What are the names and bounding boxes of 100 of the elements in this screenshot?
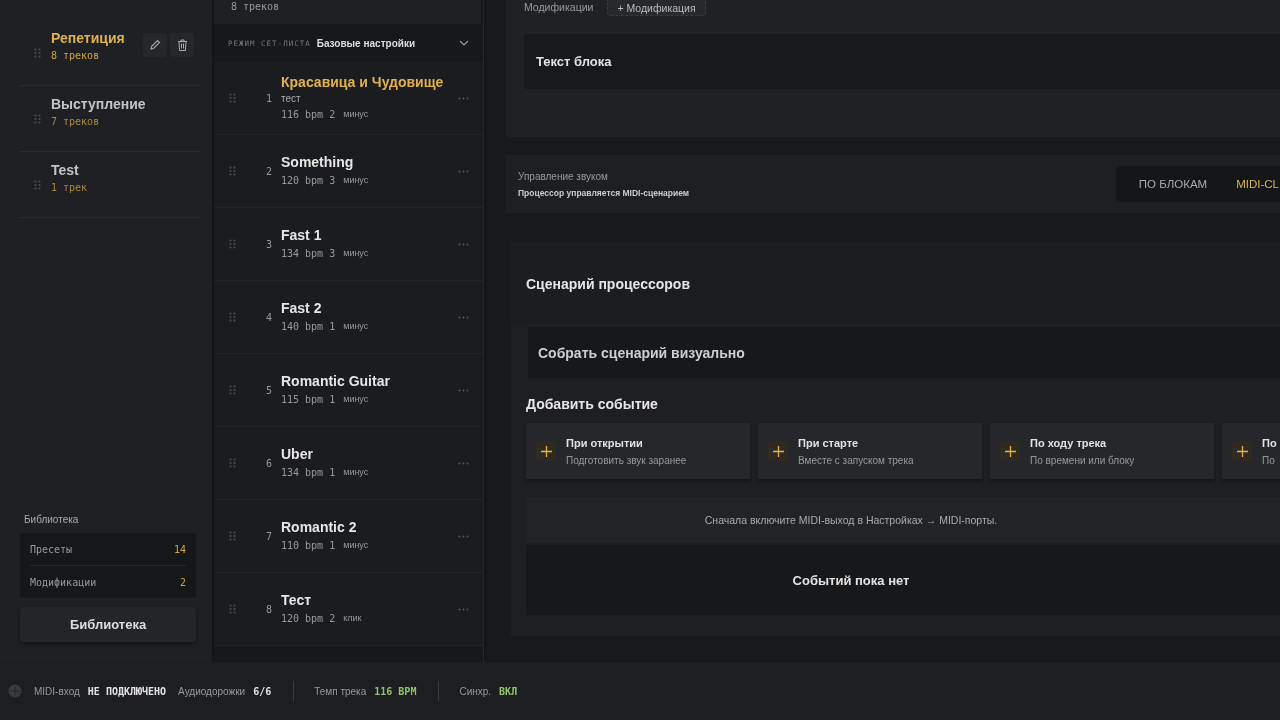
track-row[interactable]: 8 Тест 120 bpm 2 клик bbox=[214, 573, 483, 646]
drag-handle-icon[interactable] bbox=[34, 179, 41, 190]
notice-text: Сначала включите MIDI-выход в Настройках → MIDI-порты. bbox=[704, 514, 998, 526]
add-event-card[interactable]: При открытии Подготовить звук заранее bbox=[526, 423, 750, 479]
track-row[interactable]: 6 Uber 134 bpm 1 минус bbox=[214, 427, 483, 500]
section-title: Библиотека bbox=[24, 514, 80, 525]
track-title: Romantic 2 bbox=[281, 519, 358, 535]
drag-handle-icon[interactable] bbox=[229, 312, 236, 322]
library-label: Модификации bbox=[30, 576, 97, 588]
status-label: MIDI-вход bbox=[34, 685, 80, 697]
library-count: 2 bbox=[179, 576, 186, 588]
track-count: 8 треков bbox=[231, 0, 280, 14]
status-label: Темп трека bbox=[314, 685, 367, 697]
plus-icon bbox=[1004, 445, 1016, 457]
event-description: Вместе с запуском трека bbox=[798, 454, 914, 466]
track-bpm: 120 bpm 2 bbox=[281, 613, 336, 624]
track-type: клик bbox=[343, 613, 362, 624]
event-title: По ходу трека bbox=[1030, 436, 1108, 449]
track-row[interactable]: 2 Something 120 bpm 3 минус bbox=[214, 135, 483, 208]
edit-button[interactable] bbox=[143, 33, 167, 57]
track-bpm: 140 bpm 1 bbox=[281, 321, 336, 332]
library-label: Пресеты bbox=[30, 543, 73, 555]
track-number: 8 bbox=[266, 603, 274, 615]
add-event-card[interactable]: По По bbox=[1222, 423, 1280, 479]
setlist-title: Выступление bbox=[51, 96, 146, 112]
trash-icon bbox=[176, 39, 188, 51]
track-row[interactable]: 5 Romantic Guitar 115 bpm 1 минус bbox=[214, 354, 483, 427]
plus-icon bbox=[772, 445, 784, 457]
mode-value: Базовые настройки bbox=[316, 37, 416, 49]
status-label: Синхр. bbox=[459, 685, 492, 697]
track-count: 7 треков bbox=[51, 116, 101, 127]
visual-builder-toggle[interactable]: Собрать сценарий визуально bbox=[528, 327, 1280, 378]
status-value: 6/6 bbox=[253, 685, 272, 697]
block-text-field[interactable]: Текст блока bbox=[524, 34, 1280, 89]
track-number: 4 bbox=[266, 311, 274, 323]
delete-button[interactable] bbox=[170, 33, 194, 57]
drag-handle-icon[interactable] bbox=[34, 113, 41, 124]
track-type: минус bbox=[343, 109, 369, 120]
track-row[interactable]: 4 Fast 2 140 bpm 1 минус bbox=[214, 281, 483, 354]
drag-handle-icon[interactable] bbox=[229, 93, 236, 103]
mode-option[interactable]: ПО БЛОКАМ bbox=[1126, 170, 1220, 198]
track-title: Uber bbox=[281, 446, 314, 462]
plus-icon bbox=[1236, 445, 1248, 457]
knob-icon bbox=[8, 684, 22, 698]
section-title: Добавить событие bbox=[526, 396, 659, 412]
drag-handle-icon[interactable] bbox=[229, 531, 236, 541]
add-modification-button[interactable]: + Модификация bbox=[607, 0, 706, 16]
section-label: Управление звуком bbox=[518, 170, 609, 182]
sound-control-description: Процессор управляется MIDI-сценарием bbox=[518, 187, 690, 198]
track-type: минус bbox=[343, 175, 369, 186]
drag-handle-icon[interactable] bbox=[229, 458, 236, 468]
empty-state-text: Событий пока нет bbox=[792, 572, 910, 588]
drag-handle-icon[interactable] bbox=[229, 604, 236, 614]
track-number: 6 bbox=[266, 457, 274, 469]
status-value: ВКЛ bbox=[499, 685, 518, 697]
event-description: По времени или блоку bbox=[1030, 454, 1135, 466]
track-title: Красавица и Чудовище bbox=[281, 74, 445, 90]
mode-option[interactable]: MIDI-CL bbox=[1224, 170, 1279, 198]
add-event-card[interactable]: При старте Вместе с запуском трека bbox=[758, 423, 982, 479]
setlist-title: Test bbox=[51, 162, 80, 178]
section-title: Сценарий процессоров bbox=[526, 275, 690, 292]
event-description: По bbox=[1262, 454, 1276, 466]
track-bpm: 134 bpm 1 bbox=[281, 467, 336, 478]
event-description: Подготовить звук заранее bbox=[566, 454, 687, 466]
track-bpm: 116 bpm 2 bbox=[281, 109, 336, 120]
event-title: По bbox=[1262, 436, 1277, 449]
track-row[interactable]: 1 Красавица и Чудовище тест 116 bpm 2 минус bbox=[214, 62, 483, 135]
track-type: минус bbox=[343, 540, 369, 551]
track-row[interactable]: 7 Romantic 2 110 bpm 1 минус bbox=[214, 500, 483, 573]
track-type: минус bbox=[343, 321, 369, 332]
add-event-card[interactable]: По ходу трека По времени или блоку bbox=[990, 423, 1214, 479]
track-title: Fast 1 bbox=[281, 227, 323, 243]
library-button[interactable]: Библиотека bbox=[20, 607, 196, 642]
library-count: 14 bbox=[173, 543, 186, 555]
setlist-item[interactable]: Выступление 7 треков bbox=[20, 86, 200, 152]
track-title: Romantic Guitar bbox=[281, 373, 391, 389]
track-note: тест bbox=[281, 93, 302, 104]
track-bpm: 110 bpm 1 bbox=[281, 540, 336, 551]
drag-handle-icon[interactable] bbox=[229, 166, 236, 176]
status-value: 116 BPM bbox=[374, 685, 417, 697]
drag-handle-icon[interactable] bbox=[34, 47, 41, 58]
track-title: Fast 2 bbox=[281, 300, 323, 316]
status-value: НЕ ПОДКЛЮЧЕНО bbox=[87, 685, 167, 697]
pencil-icon bbox=[149, 39, 161, 51]
track-number: 3 bbox=[266, 238, 274, 250]
track-type: минус bbox=[343, 248, 369, 259]
track-count: 1 трек bbox=[51, 182, 88, 193]
setlist-item[interactable]: Репетиция 8 треков bbox=[20, 20, 200, 86]
event-title: При старте bbox=[798, 436, 860, 449]
track-title: Something bbox=[281, 154, 355, 170]
track-number: 7 bbox=[266, 530, 274, 542]
section-label: Модификации bbox=[524, 0, 594, 14]
event-title: При открытии bbox=[566, 436, 644, 449]
drag-handle-icon[interactable] bbox=[229, 239, 236, 249]
track-bpm: 120 bpm 3 bbox=[281, 175, 336, 186]
track-row[interactable]: 3 Fast 1 134 bpm 3 минус bbox=[214, 208, 483, 281]
plus-icon bbox=[540, 445, 552, 457]
setlist-item[interactable]: Test 1 трек bbox=[20, 152, 200, 218]
track-title: Тест bbox=[281, 592, 313, 608]
drag-handle-icon[interactable] bbox=[229, 385, 236, 395]
